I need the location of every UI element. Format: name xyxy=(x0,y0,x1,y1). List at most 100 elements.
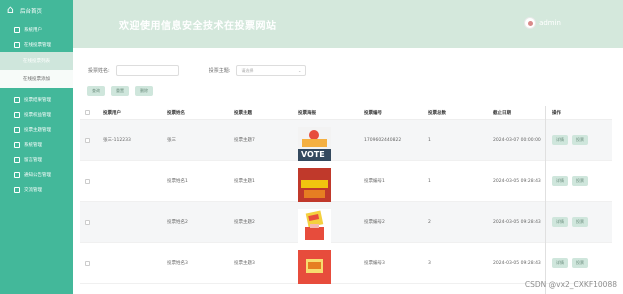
search-form: 投票姓名: 投票主题: 请选择 ⌄ xyxy=(88,65,307,76)
cell-code: 1709602440822 xyxy=(364,137,402,143)
page-title: 欢迎使用信息安全技术在投票网站 xyxy=(119,21,277,32)
edit-icon xyxy=(14,41,20,48)
delete-button[interactable]: 删除 xyxy=(135,86,153,96)
col-header: 投票编号 xyxy=(364,110,382,116)
table-row: 投票姓名2 投票主题2 投票编号2 2 2024-03-05 09:28:43 … xyxy=(80,202,612,243)
cell-total: 2 xyxy=(428,219,431,225)
sidebar-item-vote-rights[interactable]: 投票权益管理 xyxy=(0,107,73,122)
sidebar-item-label: 系统管理 xyxy=(24,142,42,148)
cell-topic: 投票主题1 xyxy=(234,179,255,184)
sidebar-item-label: 在线投票添加 xyxy=(23,77,50,82)
row-checkbox[interactable] xyxy=(85,219,90,225)
cell-code: 投票编号2 xyxy=(364,220,385,225)
sidebar-item-exchange[interactable]: 交流管理 xyxy=(0,182,73,197)
vote-button[interactable]: 投票 xyxy=(572,258,588,268)
sidebar-item-label: 投票结果管理 xyxy=(24,97,51,103)
sidebar-item-vote-manage[interactable]: 在线投票管理 xyxy=(0,37,73,52)
cell-deadline: 2024-03-05 09:28:43 xyxy=(493,178,541,184)
poster-image: VOTE xyxy=(298,127,331,161)
cell-name: 投票姓名1 xyxy=(167,179,188,184)
cell-user: 张三-112233 xyxy=(103,138,131,143)
username: admin xyxy=(539,19,561,27)
sidebar-item-messages[interactable]: 留言管理 xyxy=(0,152,73,167)
sidebar: 后台首页 系统用户 在线投票管理 在线投票列表 在线投票添加 投票结果管理 投票… xyxy=(0,0,73,294)
avatar xyxy=(524,17,537,29)
row-actions: 详情 投票 xyxy=(552,135,588,145)
sidebar-item-label: 在线投票列表 xyxy=(23,59,50,64)
sidebar-item-label: 投票权益管理 xyxy=(24,112,51,118)
sidebar-item-vote-result[interactable]: 投票结果管理 xyxy=(0,92,73,107)
col-header: 投票用户 xyxy=(103,110,121,116)
detail-button[interactable]: 详情 xyxy=(552,135,568,145)
row-checkbox[interactable] xyxy=(85,137,90,143)
reset-button[interactable]: 重置 xyxy=(111,86,129,96)
vote-name-label: 投票姓名: xyxy=(88,68,110,74)
search-button[interactable]: 查询 xyxy=(87,86,105,96)
detail-button[interactable]: 详情 xyxy=(552,217,568,227)
col-header: 投票姓名 xyxy=(167,110,185,116)
cell-deadline: 2024-03-05 09:28:43 xyxy=(493,260,541,266)
header: 欢迎使用信息安全技术在投票网站 admin xyxy=(73,0,623,48)
col-header: 操作 xyxy=(552,110,561,116)
vote-button[interactable]: 投票 xyxy=(572,217,588,227)
table-row: 投票姓名3 投票主题3 投票编号3 3 2024-03-05 09:28:43 … xyxy=(80,243,612,284)
edit-icon xyxy=(14,126,20,133)
table-row: 张三-112233 张三 投票主题7 VOTE 1709602440822 1 … xyxy=(80,120,612,161)
message-icon xyxy=(14,156,20,163)
sidebar-item-vote-topic[interactable]: 投票主题管理 xyxy=(0,122,73,137)
cell-total: 1 xyxy=(428,178,431,184)
sidebar-subitem-vote-list[interactable]: 在线投票列表 xyxy=(0,52,73,70)
column-divider xyxy=(545,106,546,294)
edit-icon xyxy=(14,111,20,118)
cell-topic: 投票主题7 xyxy=(234,138,255,143)
row-checkbox[interactable] xyxy=(85,178,90,184)
sidebar-item-label: 交流管理 xyxy=(24,187,42,193)
col-header: 截止日期 xyxy=(493,110,511,116)
home-icon xyxy=(7,3,16,16)
cell-code: 投票编号1 xyxy=(364,179,385,184)
vote-topic-label: 投票主题: xyxy=(208,68,231,74)
cell-name: 投票姓名2 xyxy=(167,220,188,225)
row-actions: 详情 投票 xyxy=(552,258,588,268)
row-checkbox[interactable] xyxy=(85,260,90,266)
cell-name: 投票姓名3 xyxy=(167,261,188,266)
row-actions: 详情 投票 xyxy=(552,176,588,186)
table-header: 投票用户 投票姓名 投票主题 投票海报 投票编号 投票总数 截止日期 操作 xyxy=(80,106,612,120)
row-actions: 详情 投票 xyxy=(552,217,588,227)
user-menu[interactable]: admin xyxy=(524,17,561,29)
col-header: 投票主题 xyxy=(234,110,252,116)
sidebar-item-system-users[interactable]: 系统用户 xyxy=(0,22,73,37)
vote-topic-select[interactable]: 请选择 ⌄ xyxy=(236,65,307,76)
sidebar-item-notices[interactable]: 通知公告管理 xyxy=(0,167,73,182)
cell-code: 投票编号3 xyxy=(364,261,385,266)
vote-name-input[interactable] xyxy=(115,65,179,76)
vote-button[interactable]: 投票 xyxy=(572,135,588,145)
vote-topic-placeholder: 请选择 xyxy=(241,67,254,73)
vote-table: 投票用户 投票姓名 投票主题 投票海报 投票编号 投票总数 截止日期 操作 张三… xyxy=(80,106,612,284)
sidebar-subitem-vote-add[interactable]: 在线投票添加 xyxy=(0,70,73,88)
sidebar-item-label: 系统用户 xyxy=(24,27,42,33)
cell-deadline: 2024-03-05 09:28:43 xyxy=(493,219,541,225)
sidebar-item-label: 通知公告管理 xyxy=(24,172,51,178)
cell-total: 1 xyxy=(428,137,431,143)
poster-image xyxy=(298,168,331,202)
sidebar-item-home[interactable]: 后台首页 xyxy=(0,0,73,22)
detail-button[interactable]: 详情 xyxy=(552,176,568,186)
chevron-down-icon: ⌄ xyxy=(298,68,302,73)
action-bar: 查询 重置 删除 xyxy=(87,86,153,96)
select-all-checkbox[interactable] xyxy=(85,110,90,115)
col-header: 投票总数 xyxy=(428,110,446,116)
gear-icon xyxy=(14,141,20,148)
edit-icon xyxy=(14,96,20,103)
bell-icon xyxy=(14,171,20,178)
cell-topic: 投票主题2 xyxy=(234,220,255,225)
watermark: CSDN @vx2_CXKF10088 xyxy=(524,280,617,289)
poster-image xyxy=(298,209,331,243)
sidebar-item-system[interactable]: 系统管理 xyxy=(0,137,73,152)
cell-deadline: 2024-03-07 00:00:00 xyxy=(493,137,541,143)
sidebar-home-label: 后台首页 xyxy=(20,9,43,15)
col-header: 投票海报 xyxy=(298,110,316,116)
vote-button[interactable]: 投票 xyxy=(572,176,588,186)
detail-button[interactable]: 详情 xyxy=(552,258,568,268)
chat-icon xyxy=(14,186,20,193)
